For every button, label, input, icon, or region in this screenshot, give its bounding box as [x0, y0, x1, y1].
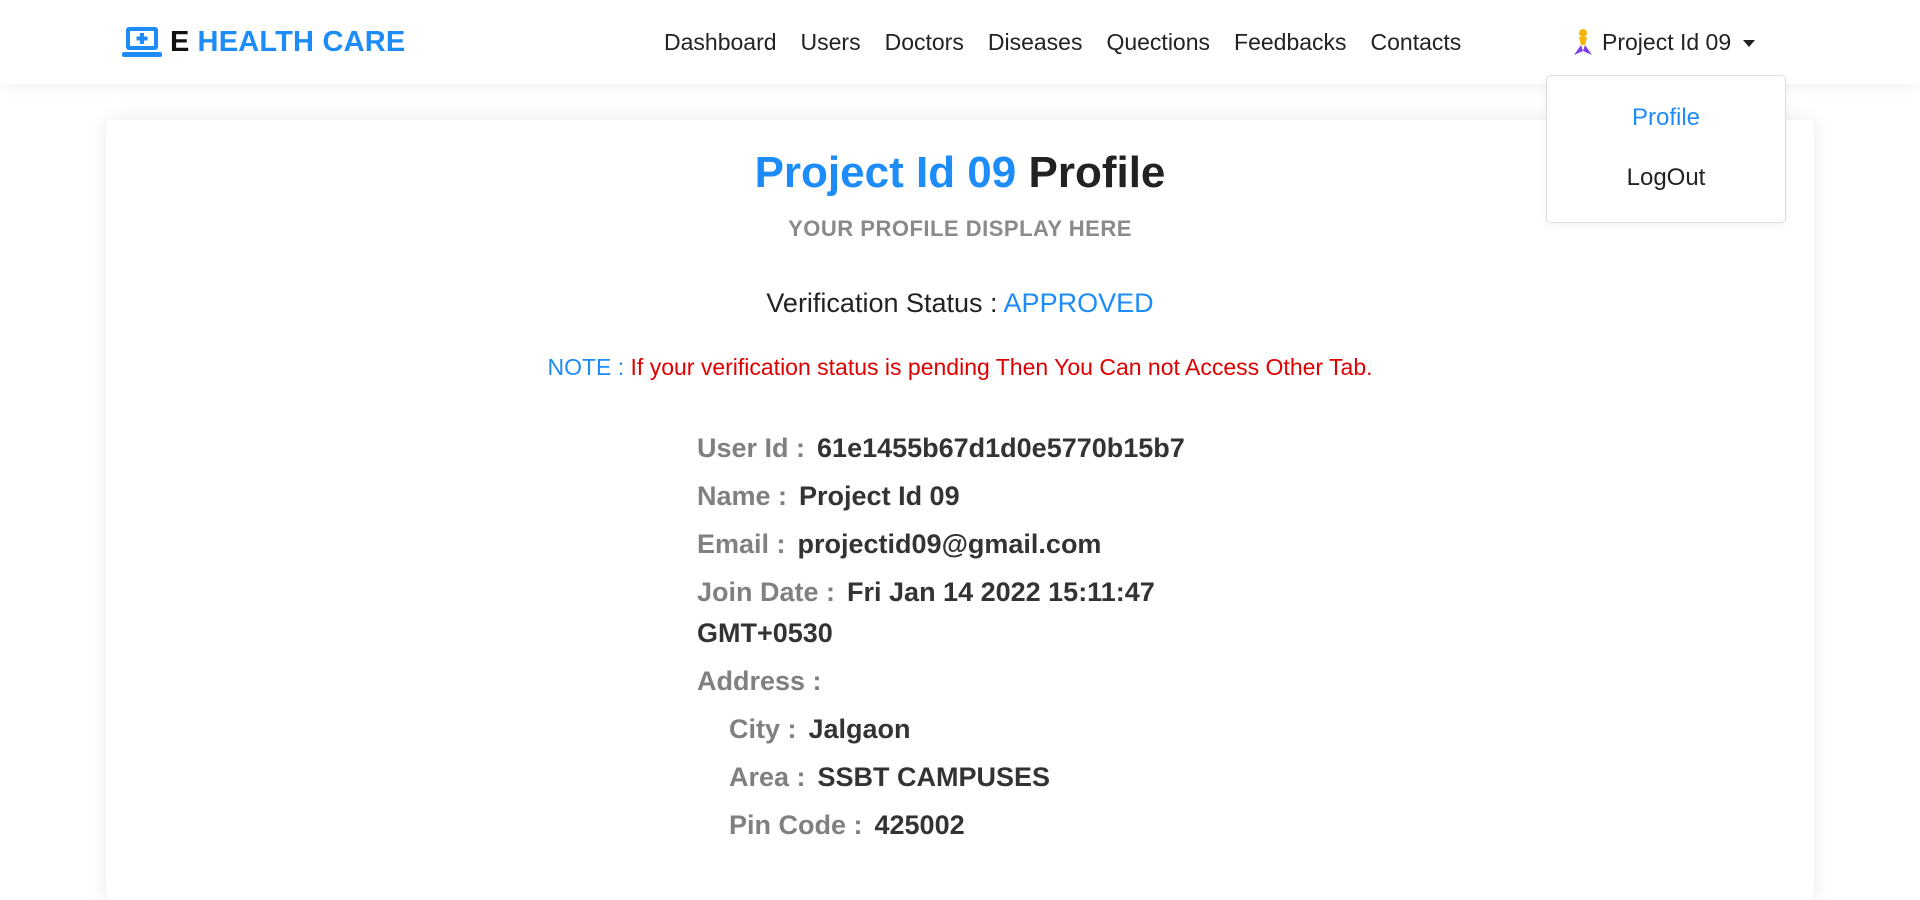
user-dropdown-menu: Profile LogOut	[1546, 75, 1786, 223]
pin-code-value: 425002	[874, 810, 965, 840]
email-row: Email : projectid09@gmail.com	[697, 524, 1217, 565]
nav-contacts[interactable]: Contacts	[1359, 0, 1474, 84]
area-row: Area : SSBT CAMPUSES	[729, 757, 1217, 798]
city-row: City : Jalgaon	[729, 709, 1217, 750]
name-value: Project Id 09	[799, 481, 960, 511]
city-value: Jalgaon	[808, 714, 911, 744]
user-id-label: User Id :	[697, 433, 806, 463]
nav-quections[interactable]: Quections	[1094, 0, 1222, 84]
nav-dashboard[interactable]: Dashboard	[664, 0, 789, 84]
city-label: City :	[729, 714, 797, 744]
name-row: Name : Project Id 09	[697, 476, 1217, 517]
pin-code-label: Pin Code :	[729, 810, 863, 840]
nav-feedbacks[interactable]: Feedbacks	[1222, 0, 1359, 84]
laptop-medical-icon	[122, 24, 162, 60]
address-row: Address :	[697, 661, 1217, 702]
dropdown-item-profile[interactable]: Profile	[1547, 88, 1785, 148]
title-name: Project Id 09	[754, 148, 1017, 197]
join-date-label: Join Date :	[697, 577, 836, 607]
join-date-row: Join Date : Fri Jan 14 2022 15:11:47 GMT+…	[697, 572, 1217, 654]
title-suffix: Profile	[1028, 148, 1166, 197]
area-value: SSBT CAMPUSES	[817, 762, 1051, 792]
verification-status: Verification Status : APPROVED	[0, 288, 1920, 319]
caret-down-icon	[1743, 39, 1756, 47]
status-label: Verification Status :	[766, 288, 998, 318]
nav-users[interactable]: Users	[789, 0, 873, 84]
email-label: Email :	[697, 529, 786, 559]
name-label: Name :	[697, 481, 788, 511]
brand-prefix: E	[170, 25, 190, 58]
pin-code-row: Pin Code : 425002	[729, 805, 1217, 846]
note-label: NOTE :	[547, 354, 625, 380]
top-navbar: E HEALTH CARE Dashboard Users Doctors Di…	[0, 0, 1920, 84]
status-badge: APPROVED	[1003, 288, 1154, 318]
user-avatar-icon	[1572, 27, 1594, 57]
dropdown-item-logout[interactable]: LogOut	[1547, 148, 1785, 208]
email-value: projectid09@gmail.com	[797, 529, 1102, 559]
nav-doctors[interactable]: Doctors	[873, 0, 976, 84]
note-text: If your verification status is pending T…	[630, 354, 1373, 380]
brand-logo[interactable]: E HEALTH CARE	[122, 22, 405, 62]
user-id-value: 61e1455b67d1d0e5770b15b7	[817, 433, 1185, 463]
nav-diseases[interactable]: Diseases	[976, 0, 1095, 84]
main-nav: Dashboard Users Doctors Diseases Quectio…	[664, 0, 1473, 84]
user-menu-toggle[interactable]: Project Id 09	[1572, 0, 1756, 84]
user-menu-name: Project Id 09	[1602, 28, 1732, 55]
address-label: Address :	[697, 666, 822, 696]
user-id-row: User Id : 61e1455b67d1d0e5770b15b7	[697, 428, 1217, 469]
verification-note: NOTE : If your verification status is pe…	[0, 354, 1920, 381]
profile-details: User Id : 61e1455b67d1d0e5770b15b7 Name :…	[697, 428, 1217, 853]
brand-name: HEALTH CARE	[197, 25, 406, 58]
area-label: Area :	[729, 762, 806, 792]
